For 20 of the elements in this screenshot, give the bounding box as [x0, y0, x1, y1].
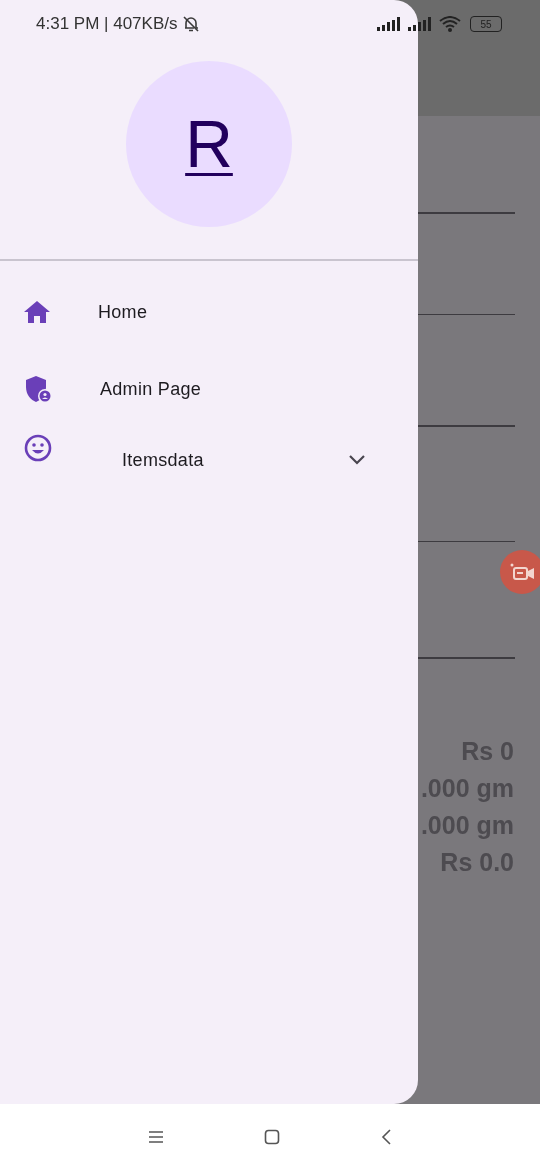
signal-icon	[377, 17, 403, 31]
drawer-item[interactable]: Home	[0, 273, 418, 351]
drawer-item-label: Itemsdata	[122, 449, 204, 471]
signal-icon	[408, 17, 434, 31]
menu-icon[interactable]	[148, 1131, 164, 1143]
wifi-icon	[439, 16, 461, 32]
status-time: 4:31 PM | 407KB/s	[36, 14, 178, 34]
drawer-item[interactable]: Admin Page	[0, 350, 418, 428]
shield-user-icon	[24, 375, 52, 403]
drawer-item-label: Admin Page	[100, 378, 202, 400]
drawer-item[interactable]: Itemsdata	[0, 427, 418, 518]
avatar: R	[126, 61, 292, 227]
back-icon[interactable]	[380, 1129, 392, 1145]
video-camera-icon	[510, 562, 534, 582]
home-icon	[24, 301, 50, 323]
bell-off-icon	[182, 15, 201, 33]
battery-level-text: 55	[480, 18, 492, 30]
smiley-icon	[24, 433, 52, 462]
drawer-item-label: Home	[98, 301, 148, 323]
home-square-icon[interactable]	[264, 1129, 280, 1145]
